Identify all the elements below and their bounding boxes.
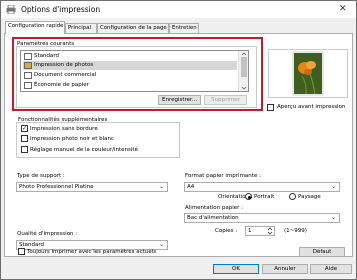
paper-size-label: Format papier imprimante : bbox=[185, 173, 261, 179]
copies-range: (1~999) bbox=[284, 228, 307, 234]
spin-up-icon bbox=[267, 227, 273, 231]
tab-label: Configuration de la page bbox=[100, 25, 167, 31]
list-item[interactable]: Standard bbox=[23, 52, 237, 61]
list-item[interactable]: Document commercial bbox=[23, 71, 237, 80]
default-button[interactable]: Défaut bbox=[299, 247, 345, 257]
copies-value: 1 bbox=[248, 228, 252, 234]
manual-color-label: Réglage manuel de la couleur/intensité bbox=[30, 147, 138, 153]
scroll-down-icon bbox=[241, 86, 247, 90]
list-item-label: Économie de papier bbox=[34, 82, 89, 88]
help-button[interactable]: Aide bbox=[310, 264, 352, 274]
landscape-label: Paysage bbox=[298, 194, 321, 200]
copies-label: Copies : bbox=[215, 228, 238, 234]
portrait-label: Portrait bbox=[254, 194, 275, 200]
list-item-label: Standard bbox=[34, 53, 60, 59]
borderless-checkbox[interactable]: ✓ bbox=[21, 125, 28, 132]
media-type-value: Photo Professionnel Platine bbox=[19, 184, 94, 190]
list-item-label: Impression de photos bbox=[34, 62, 94, 68]
preview-image bbox=[268, 49, 348, 98]
common-settings-list[interactable]: Standard Impression de photos Document c… bbox=[20, 50, 249, 92]
chevron-down-icon: ⌄ bbox=[330, 183, 336, 190]
bw-photo-checkbox[interactable] bbox=[21, 135, 28, 142]
scroll-thumb bbox=[241, 57, 247, 77]
standard-icon bbox=[24, 53, 32, 60]
list-item[interactable]: Impression de photos bbox=[23, 61, 237, 70]
chevron-down-icon: ⌄ bbox=[158, 183, 164, 190]
always-print-label: Toujours imprimer avec les paramètres ac… bbox=[27, 249, 157, 255]
borderless-label: Impression sans bordure bbox=[30, 126, 98, 132]
spin-down-icon bbox=[267, 231, 273, 235]
paper-size-select[interactable]: A4 ⌄ bbox=[184, 182, 340, 192]
window-title: Options d'impression bbox=[21, 5, 101, 14]
save-button[interactable]: Enregistrer... bbox=[158, 95, 201, 105]
tab-label: Configuration rapide bbox=[8, 23, 64, 29]
manual-color-checkbox[interactable] bbox=[21, 146, 28, 153]
media-type-label: Type de support : bbox=[17, 173, 65, 179]
tab-label: Principal bbox=[68, 25, 91, 31]
paper-source-select[interactable]: Bac d'alimentation ⌄ bbox=[184, 213, 340, 223]
tab-page-setup[interactable]: Configuration de la page bbox=[97, 23, 169, 33]
tab-maintenance[interactable]: Entretien bbox=[169, 23, 199, 33]
photo-icon bbox=[24, 62, 32, 69]
copies-spinner[interactable] bbox=[265, 226, 275, 236]
media-type-select[interactable]: Photo Professionnel Platine ⌄ bbox=[16, 182, 168, 192]
landscape-radio[interactable] bbox=[289, 193, 296, 200]
tab-quick-setup[interactable]: Configuration rapide bbox=[5, 21, 65, 34]
printer-app-icon bbox=[6, 4, 16, 15]
chevron-down-icon: ⌄ bbox=[158, 241, 164, 248]
bw-photo-label: Impression photo noir et blanc bbox=[30, 136, 115, 142]
always-print-checkbox[interactable] bbox=[18, 248, 25, 255]
document-icon bbox=[24, 72, 32, 79]
scroll-up-icon bbox=[241, 52, 247, 56]
paper-saving-icon bbox=[24, 82, 32, 89]
preview-label: Aperçu avant impression bbox=[277, 104, 346, 110]
list-scrollbar[interactable] bbox=[238, 51, 248, 91]
print-quality-label: Qualité d'impression : bbox=[17, 231, 78, 237]
chevron-down-icon: ⌄ bbox=[330, 214, 336, 221]
list-item[interactable]: Économie de papier bbox=[23, 81, 237, 90]
portrait-radio[interactable] bbox=[245, 193, 252, 200]
cancel-button[interactable]: Annuler bbox=[262, 264, 308, 274]
delete-button[interactable]: Supprimer bbox=[204, 95, 247, 105]
close-icon[interactable]: ✕ bbox=[339, 4, 347, 14]
ok-button[interactable]: OK bbox=[213, 264, 259, 274]
print-options-window: Options d'impression ✕ Configuration rap… bbox=[0, 0, 357, 280]
paper-source-value: Bac d'alimentation bbox=[187, 215, 239, 221]
tab-main[interactable]: Principal bbox=[65, 23, 97, 33]
tab-label: Entretien bbox=[172, 25, 197, 31]
paper-source-label: Alimentation papier : bbox=[185, 205, 243, 211]
paper-size-value: A4 bbox=[187, 184, 195, 190]
preview-checkbox[interactable] bbox=[267, 104, 274, 111]
list-item-label: Document commercial bbox=[34, 72, 97, 78]
title-bar: Options d'impression ✕ bbox=[1, 1, 356, 18]
